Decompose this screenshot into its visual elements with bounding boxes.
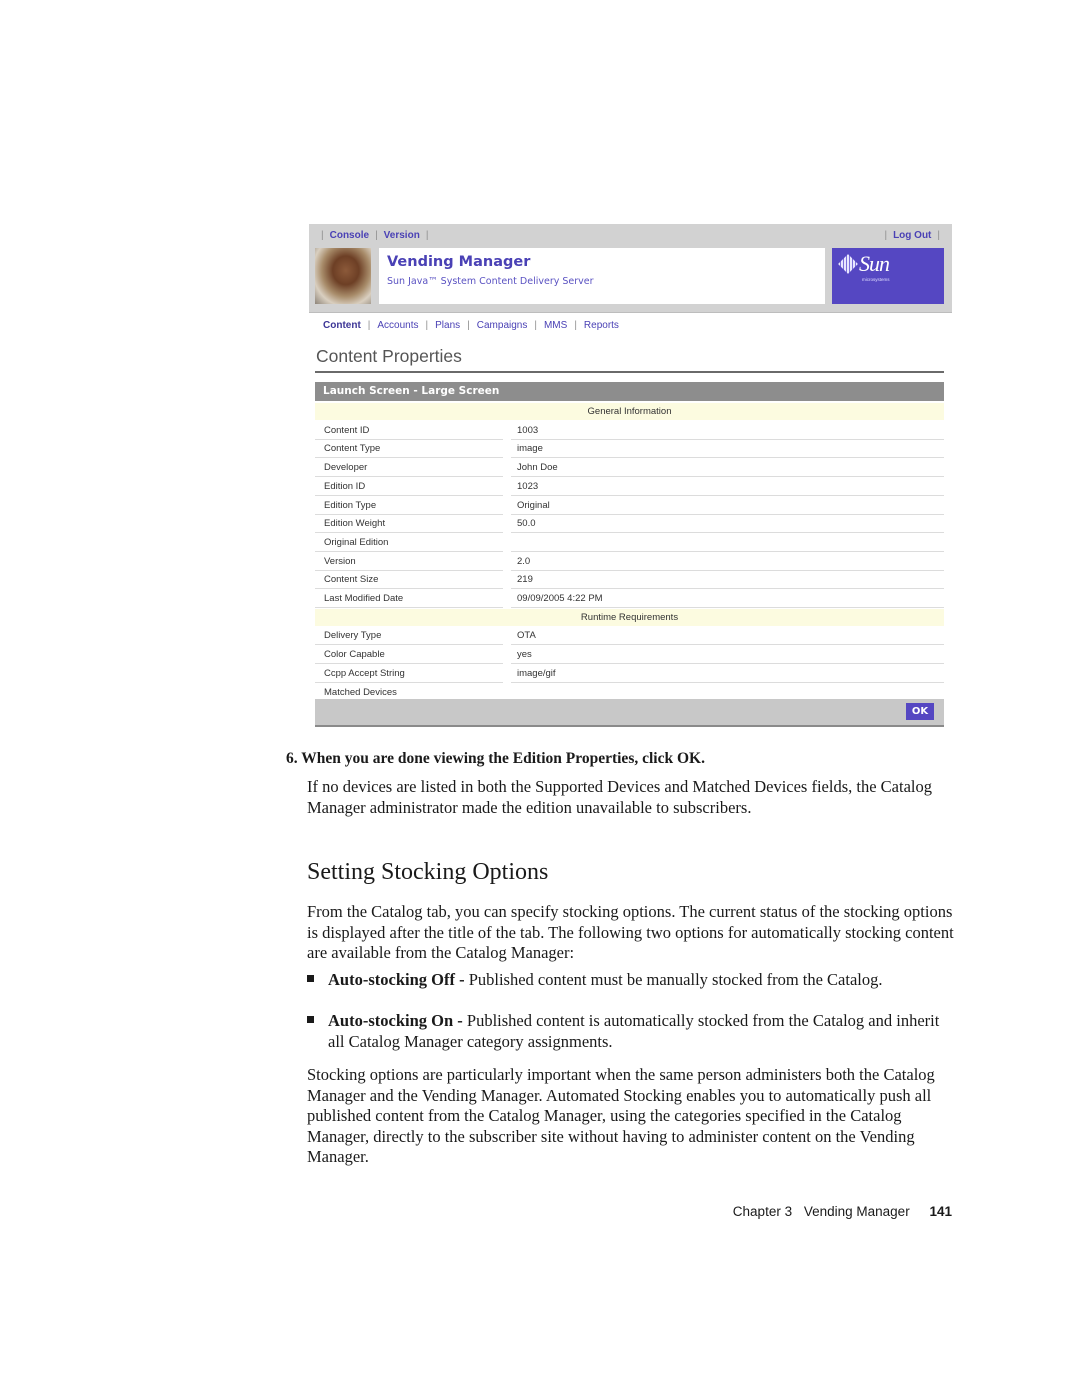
separator: | [937,230,940,241]
separator: | [375,230,378,241]
property-label: Original Edition [324,536,389,548]
log-out-link[interactable]: Log Out [893,230,931,241]
property-label: Edition Type [324,499,377,511]
sun-logo-subtext: microsystems [862,277,890,282]
separator: | [884,230,888,241]
step-text: When you are done viewing the Edition Pr… [301,750,705,767]
property-value: image/gif [517,667,556,679]
property-value: 1023 [517,480,539,492]
tab-reports[interactable]: Reports [584,320,619,331]
masthead: | Console | Version | | Log Out | Vending Mana… [309,224,952,313]
ok-button[interactable]: OK [906,703,934,720]
utility-nav-left: | Console | Version | [315,230,434,241]
bullet-square-icon [307,975,314,982]
property-row: Content ID 1003 [315,422,944,440]
title-divider [315,371,944,373]
version-link[interactable]: Version [384,230,420,241]
section-heading-row: General Information [315,403,944,420]
bullet-text: Auto-stocking On - Published content is … [328,1011,953,1052]
property-label: Ccpp Accept String [324,667,405,679]
property-row: Edition Type Original [315,497,944,515]
property-value: 219 [517,574,533,586]
utility-nav-right: | Log Out | [878,230,946,241]
chapter-label: Chapter 3 [732,1204,793,1219]
property-row: Edition ID 1023 [315,478,944,496]
table-title-bar: Launch Screen - Large Screen [315,382,944,401]
property-value: 50.0 [517,518,536,530]
property-value: John Doe [517,462,558,474]
property-row: Content Type image [315,440,944,459]
property-value: 09/09/2005 4:22 PM [517,593,603,604]
property-label: Edition ID [324,480,366,492]
separator: | [467,320,470,331]
property-row: Color Capable yes [315,646,944,665]
page-number: 141 [929,1204,952,1219]
bullet-term: Auto-stocking On - [328,1011,463,1030]
separator: | [321,230,324,241]
separator: | [367,320,371,331]
property-value: 2.0 [517,555,531,567]
property-label: Edition Weight [324,518,386,530]
main-tabs: Content | Accounts | Plans | Campaigns | MMS | Rep… [323,320,619,331]
property-label: Version [324,555,356,567]
tab-content[interactable]: Content [323,320,361,331]
section-heading: Setting Stocking Options [307,859,549,885]
bullet-term: Auto-stocking Off - [328,970,465,989]
property-row: Content Size 219 [315,571,944,590]
property-value: OTA [517,630,536,642]
table-title: Launch Screen - Large Screen [323,385,500,397]
property-label: Content Size [324,574,379,586]
property-row: Developer John Doe [315,459,944,478]
separator: | [425,230,429,241]
console-link[interactable]: Console [330,230,369,241]
step-6: 6. When you are done viewing the Edition… [286,750,705,768]
bullet-square-icon [307,1016,314,1023]
property-value: image [517,443,543,455]
property-row: Ccpp Accept String image/gif [315,665,944,683]
tab-accounts[interactable]: Accounts [377,320,418,331]
product-title: Vending Manager [387,254,531,270]
property-value: Original [517,499,550,511]
page-title: Content Properties [316,346,462,366]
step-number: 6. [286,750,298,767]
app-screenshot: | Console | Version | | Log Out | Vending Mana… [309,224,952,730]
property-label: Matched Devices [324,686,397,698]
chapter-title: Vending Manager [803,1204,910,1219]
separator: | [425,320,429,331]
bullet-description: Published content must be manually stock… [464,970,883,989]
property-label: Content ID [324,424,370,436]
table-footer-bar: OK [315,699,944,727]
tab-plans[interactable]: Plans [435,320,460,331]
property-label: Developer [324,462,368,474]
separator: | [534,320,537,331]
closing-paragraph: Stocking options are particularly import… [307,1065,935,1166]
property-value: yes [517,649,532,661]
property-row: Delivery Type OTA [315,627,944,646]
product-banner: Vending Manager Sun Java™ System Content… [379,248,825,304]
property-label: Content Type [324,443,381,455]
tab-mms[interactable]: MMS [544,320,567,331]
property-label: Last Modified Date [324,593,404,604]
property-row: Version 2.0 [315,553,944,571]
product-subtitle: Sun Java™ System Content Delivery Server [387,276,594,287]
property-row: Edition Weight 50.0 [315,515,944,534]
property-label: Delivery Type [324,630,382,642]
property-label: Color Capable [324,649,385,661]
property-row: Last Modified Date 09/09/2005 4:22 PM [315,590,944,608]
coins-image [315,248,371,304]
section-heading-row: Runtime Requirements [315,608,944,626]
tab-campaigns[interactable]: Campaigns [477,320,528,331]
sun-logo: Sun microsystems [832,248,944,304]
separator: | [574,320,577,331]
page-footer: Chapter 3 Vending Manager 141 [733,1204,952,1219]
property-row: Original Edition [315,534,944,552]
intro-paragraph: From the Catalog tab, you can specify st… [307,902,954,962]
bullet-text: Auto-stocking Off - Published content mu… [328,970,953,991]
step-paragraph: If no devices are listed in both the Sup… [307,777,932,817]
sun-logo-icon [838,254,858,274]
property-value: 1003 [517,424,539,436]
sun-logo-text: Sun [859,251,890,276]
